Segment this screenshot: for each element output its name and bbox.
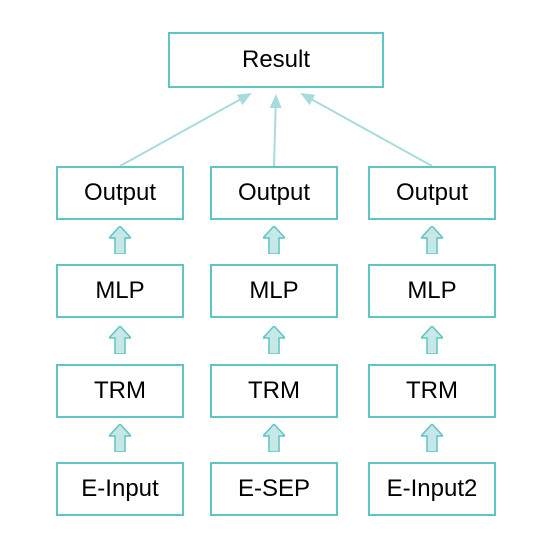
input-node-2: E-SEP <box>210 462 338 516</box>
arrow-up-icon <box>263 326 285 354</box>
output-node-1: Output <box>56 166 184 220</box>
arrow-up-icon <box>263 226 285 254</box>
output-node-3: Output <box>368 166 496 220</box>
node-label: E-Input <box>81 475 158 503</box>
node-label: Output <box>396 179 468 207</box>
mlp-node-3: MLP <box>368 264 496 318</box>
node-label: MLP <box>407 277 456 305</box>
node-label: MLP <box>249 277 298 305</box>
node-label: E-Input2 <box>387 475 478 503</box>
node-label: MLP <box>95 277 144 305</box>
result-node: Result <box>168 32 384 88</box>
arrow-up-icon <box>421 326 443 354</box>
trm-node-1: TRM <box>56 364 184 418</box>
node-label: TRM <box>248 377 300 405</box>
result-label: Result <box>242 46 310 74</box>
input-node-1: E-Input <box>56 462 184 516</box>
converge-arrows <box>0 88 552 166</box>
mlp-node-2: MLP <box>210 264 338 318</box>
output-node-2: Output <box>210 166 338 220</box>
arrow-up-icon <box>109 424 131 452</box>
node-label: Output <box>84 179 156 207</box>
node-label: Output <box>238 179 310 207</box>
arrow-up-icon <box>263 424 285 452</box>
node-label: E-SEP <box>238 475 310 503</box>
trm-node-2: TRM <box>210 364 338 418</box>
node-label: TRM <box>94 377 146 405</box>
arrow-up-icon <box>421 226 443 254</box>
arrow-up-icon <box>109 326 131 354</box>
node-label: TRM <box>406 377 458 405</box>
arrow-up-icon <box>109 226 131 254</box>
arrow-up-icon <box>421 424 443 452</box>
input-node-3: E-Input2 <box>368 462 496 516</box>
trm-node-3: TRM <box>368 364 496 418</box>
mlp-node-1: MLP <box>56 264 184 318</box>
